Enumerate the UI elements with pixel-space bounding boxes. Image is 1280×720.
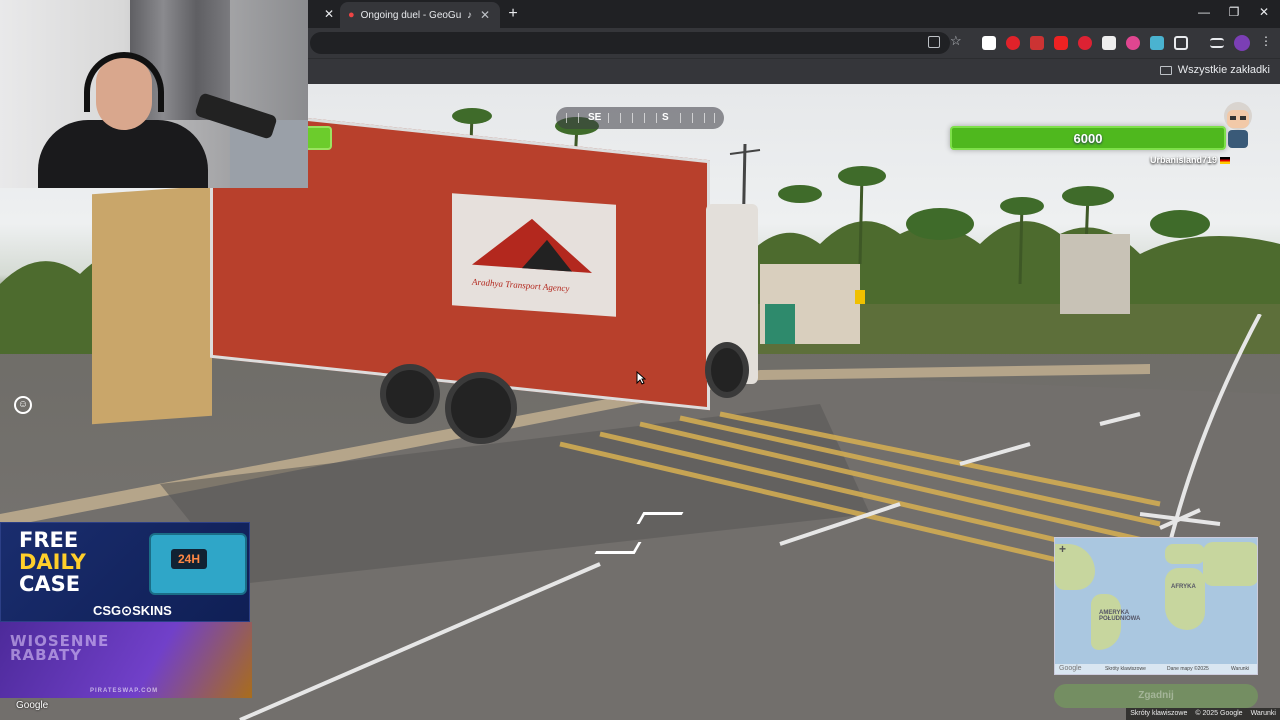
- profile-icon[interactable]: [1234, 35, 1250, 51]
- install-icon[interactable]: [928, 36, 940, 48]
- compass-se: SE: [588, 112, 602, 123]
- asia: [1203, 542, 1257, 586]
- tab-title: Ongoing duel - GeoGuessr: [360, 9, 461, 21]
- address-bar[interactable]: [310, 32, 950, 54]
- speaker-icon[interactable]: ♪: [467, 10, 472, 21]
- ad-line-daily: DAILY: [19, 550, 86, 574]
- csgoskins-ad[interactable]: FREE DAILY CASE 24H CSG⊙SKINS: [0, 522, 250, 622]
- guess-button[interactable]: Zgadnij: [1054, 684, 1258, 708]
- tab-close-icon[interactable]: ✕: [478, 8, 492, 22]
- screen: { "browser": { "active_tab_title": "Ongo…: [0, 0, 1280, 720]
- tab-close-icon[interactable]: ✕: [322, 7, 336, 21]
- south-america: [1091, 594, 1121, 650]
- tab-geoguessr[interactable]: ● Ongoing duel - GeoGuessr ♪ ✕: [340, 2, 500, 28]
- streetview-footer: Skróty klawiszowe © 2025 Google Warunki: [1126, 708, 1280, 720]
- pirateswap-ad[interactable]: WIOSENNE RABATY PIRATESWAP.COM: [0, 622, 252, 698]
- minimap-terms[interactable]: Warunki: [1231, 664, 1249, 674]
- minimap-shortcuts[interactable]: Skróty klawiszowe: [1105, 664, 1146, 674]
- player-health-bar: 6000: [950, 126, 1226, 150]
- webcam-overlay: [0, 0, 308, 188]
- extension-icon[interactable]: [1150, 36, 1164, 50]
- player-name-text: Urbanisland719: [1150, 155, 1218, 165]
- streamer-body: [38, 120, 208, 188]
- ad-brand: CSG⊙SKINS: [93, 603, 172, 618]
- player-avatar: [1224, 102, 1252, 148]
- ad2-footer: PIRATESWAP.COM: [90, 688, 159, 694]
- extension-icon[interactable]: [1126, 36, 1140, 50]
- case-label: 24H: [171, 549, 207, 569]
- health-value: 6000: [1073, 131, 1103, 146]
- truck-wheel: [380, 364, 440, 424]
- star-icon[interactable]: ☆: [950, 33, 962, 49]
- reading-list-icon[interactable]: [1210, 38, 1224, 48]
- extensions-icon[interactable]: [1174, 36, 1188, 50]
- location-pin-icon: ●: [348, 9, 355, 21]
- new-tab-icon[interactable]: +: [504, 5, 522, 23]
- menu-icon[interactable]: ⋮: [1260, 34, 1272, 48]
- minimap-google: Google: [1059, 665, 1082, 672]
- minimize-icon[interactable]: —: [1196, 5, 1212, 19]
- move-arrow-back[interactable]: [594, 542, 642, 554]
- ad2-line2: RABATY: [10, 646, 83, 664]
- folder-icon: [1159, 65, 1172, 75]
- copyright: © 2025 Google: [1195, 710, 1243, 717]
- minimap-zoom-in[interactable]: +: [1059, 542, 1066, 556]
- label-south-america: AMERYKA POŁUDNIOWA: [1099, 610, 1141, 622]
- compass[interactable]: SE S: [556, 107, 724, 129]
- truck-logo-icon: [472, 218, 592, 274]
- extension-icon[interactable]: [1078, 36, 1092, 50]
- shortcuts-link[interactable]: Skróty klawiszowe: [1130, 708, 1187, 720]
- minimap-footer: Google Skróty klawiszowe Dane mapy ©2025…: [1055, 664, 1257, 674]
- truck-rear-door: [92, 185, 212, 425]
- extension-icon[interactable]: [1030, 36, 1044, 50]
- truck-wheel: [705, 342, 749, 398]
- extension-icon[interactable]: [1006, 36, 1020, 50]
- extension-icon[interactable]: [1102, 36, 1116, 50]
- ad-headline: FREE DAILY CASE: [19, 529, 86, 595]
- extension-icon[interactable]: [1054, 36, 1068, 50]
- germany-flag-icon: [1220, 157, 1231, 165]
- truck-logo-panel: Aradhya Transport Agency: [452, 193, 616, 317]
- ad-line-case: CASE: [19, 572, 81, 596]
- minimap-map-data: Dane mapy ©2025: [1167, 666, 1209, 672]
- ad-line-free: FREE: [19, 528, 79, 552]
- cursor-icon: [636, 371, 646, 385]
- move-arrow-forward[interactable]: [636, 512, 684, 524]
- restore-icon[interactable]: ❐: [1226, 5, 1242, 19]
- emoji-icon[interactable]: ☺: [14, 396, 32, 414]
- europe: [1165, 544, 1205, 564]
- guess-minimap[interactable]: + AMERYKA POŁUDNIOWA AFRYKA Google Skrót…: [1054, 537, 1258, 675]
- ad2-headline: WIOSENNE RABATY: [10, 634, 109, 664]
- google-logo: Google: [16, 700, 49, 711]
- player-name: Urbanisland719: [1150, 155, 1231, 165]
- opponent-health-bar: [308, 126, 332, 150]
- all-bookmarks-button[interactable]: Wszystkie zakładki: [1159, 64, 1270, 76]
- case-icon: 24H: [149, 533, 247, 595]
- label-africa: AFRYKA: [1171, 584, 1196, 590]
- all-bookmarks-label: Wszystkie zakładki: [1177, 64, 1270, 76]
- close-window-icon[interactable]: ✕: [1256, 5, 1272, 19]
- terms-link[interactable]: Warunki: [1251, 708, 1276, 720]
- truck-wheel: [445, 372, 517, 444]
- extension-icon[interactable]: [982, 36, 996, 50]
- compass-s: S: [662, 112, 669, 123]
- africa: [1165, 568, 1205, 630]
